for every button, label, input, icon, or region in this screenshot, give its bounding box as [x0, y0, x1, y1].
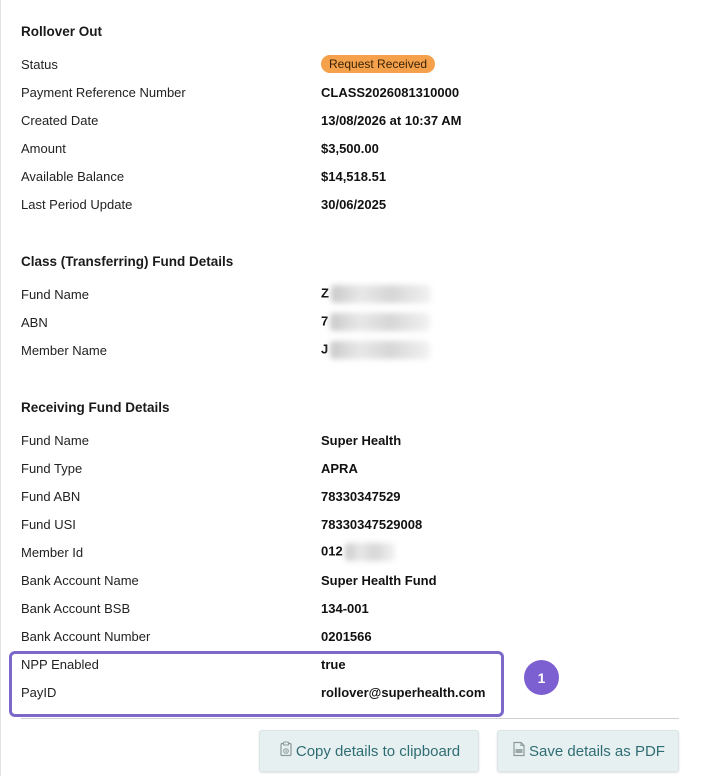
redacted-value [330, 285, 431, 303]
row-value: 134-001 [321, 600, 369, 616]
row-bank-account-name: Bank Account Name Super Health Fund [21, 570, 681, 590]
row-bank-account-number: Bank Account Number 0201566 [21, 626, 681, 646]
row-label: Fund Type [21, 460, 83, 476]
save-pdf-label: Save details as PDF [529, 742, 665, 760]
row-value: 0201566 [321, 628, 372, 644]
row-available-balance: Available Balance $14,518.51 [21, 166, 681, 186]
row-transfer-member-name: Member Name J [21, 340, 681, 360]
row-fund-usi: Fund USI 78330347529008 [21, 514, 681, 534]
row-label: Fund Name [21, 286, 89, 302]
row-amount: Amount $3,500.00 [21, 138, 681, 158]
row-label: Fund USI [21, 516, 76, 532]
section-title-transferring-fund: Class (Transferring) Fund Details [21, 254, 234, 269]
section-title-rollover-out: Rollover Out [21, 24, 103, 39]
row-bank-account-bsb: Bank Account BSB 134-001 [21, 598, 681, 618]
row-value: Super Health [321, 432, 402, 448]
row-created-date: Created Date 13/08/2026 at 10:37 AM [21, 110, 681, 130]
row-transfer-abn: ABN 7 [21, 312, 681, 332]
row-value: 13/08/2026 at 10:37 AM [321, 112, 462, 128]
row-label: Payment Reference Number [21, 84, 186, 100]
row-label: Bank Account Name [21, 572, 139, 588]
row-payment-reference: Payment Reference Number CLASS2026081310… [21, 82, 681, 102]
row-last-period-update: Last Period Update 30/06/2025 [21, 194, 681, 214]
row-value: APRA [321, 460, 358, 476]
status-badge: Request Received [321, 55, 436, 73]
row-label: Fund ABN [21, 488, 81, 504]
divider [21, 718, 679, 719]
row-value: J [321, 341, 329, 357]
row-label: Last Period Update [21, 196, 133, 212]
save-pdf-button[interactable]: Save details as PDF [497, 730, 679, 772]
row-fund-type: Fund Type APRA [21, 458, 681, 478]
row-value: 78330347529008 [321, 516, 423, 532]
row-transfer-fund-name: Fund Name Z [21, 284, 681, 304]
row-label: Member Id [21, 544, 84, 560]
row-label: Amount [21, 140, 66, 156]
row-value: $14,518.51 [321, 168, 387, 184]
row-value: Super Health Fund [321, 572, 437, 588]
row-label: Bank Account BSB [21, 600, 131, 616]
copy-details-button[interactable]: Copy details to clipboard [259, 730, 479, 772]
highlight-box [9, 651, 504, 717]
row-label: ABN [21, 314, 48, 330]
row-value: 30/06/2025 [321, 196, 387, 212]
row-member-id: Member Id 012 [21, 542, 681, 562]
row-label: Status [21, 56, 58, 72]
row-value: 78330347529 [321, 488, 401, 504]
row-label: Created Date [21, 112, 99, 128]
redacted-value [344, 543, 395, 561]
row-fund-abn: Fund ABN 78330347529 [21, 486, 681, 506]
row-value: 012 [321, 543, 343, 559]
clipboard-icon [278, 741, 294, 761]
redacted-value [330, 313, 431, 331]
row-value: CLASS2026081310000 [321, 84, 460, 100]
row-label: Fund Name [21, 432, 89, 448]
copy-details-label: Copy details to clipboard [295, 742, 461, 760]
row-label: Bank Account Number [21, 628, 151, 644]
step-marker: 1 [524, 660, 559, 695]
row-label: Member Name [21, 342, 107, 358]
row-status: Status Request Received [21, 54, 681, 74]
redacted-value [330, 341, 431, 359]
row-fund-name: Fund Name Super Health [21, 430, 681, 450]
row-value: $3,500.00 [321, 140, 379, 156]
row-label: Available Balance [21, 168, 125, 184]
row-value: Z [321, 285, 329, 301]
rollover-details-panel: Rollover Out Status Request Received Pay… [0, 0, 713, 776]
row-value: 7 [321, 313, 329, 329]
pdf-file-icon [511, 741, 527, 761]
section-title-receiving-fund: Receiving Fund Details [21, 400, 170, 415]
